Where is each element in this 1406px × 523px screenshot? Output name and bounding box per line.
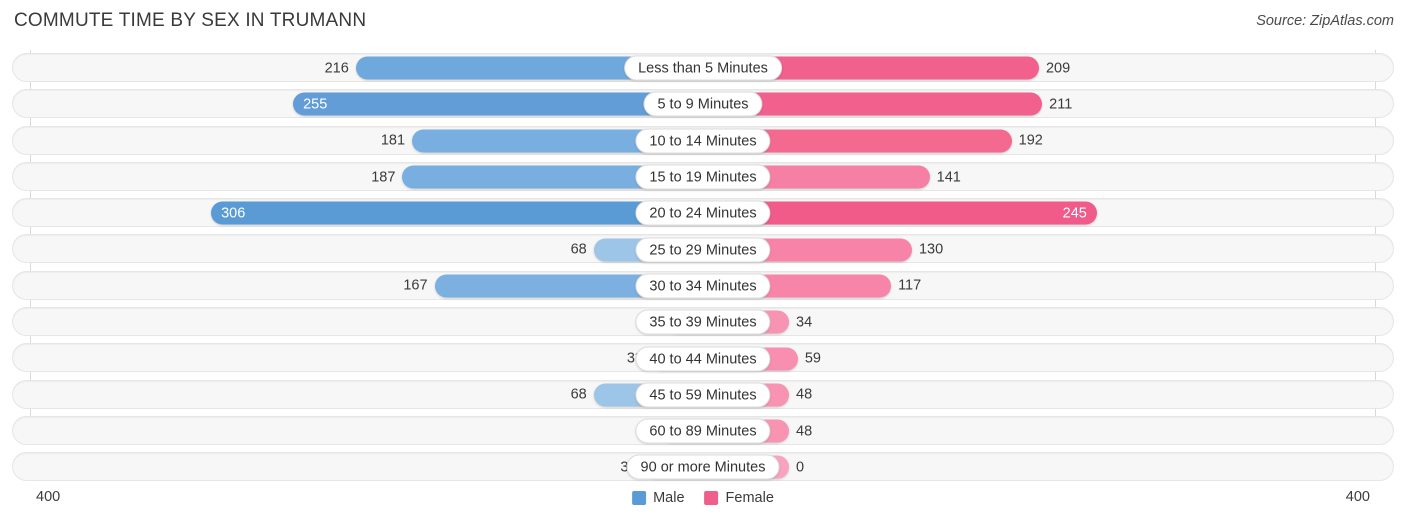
bar-row: 233435 to 39 Minutes — [0, 304, 1406, 340]
bar-row: 335940 to 44 Minutes — [0, 340, 1406, 376]
bar-value-female: 59 — [804, 350, 821, 367]
category-label: 10 to 14 Minutes — [635, 128, 771, 154]
legend-swatch-icon — [704, 491, 719, 505]
bar-value-female: 48 — [796, 423, 813, 440]
bar-value-male: 181 — [380, 132, 406, 149]
bar-value-male: 167 — [403, 277, 428, 294]
source-credit: Source: ZipAtlas.com — [1256, 13, 1394, 29]
bar-value-female: 245 — [1062, 205, 1087, 222]
bar-value-male: 187 — [371, 169, 396, 186]
bar-row: 37090 or more Minutes — [0, 449, 1406, 485]
axis-max-left: 400 — [36, 489, 61, 505]
bar-value-female: 34 — [796, 314, 813, 331]
bar-value-female: 130 — [918, 241, 944, 258]
bar-row: 255 211 5 to 9 Minutes — [0, 86, 1406, 122]
bar-row: 306 245 20 to 24 Minutes — [0, 195, 1406, 231]
category-label: Less than 5 Minutes — [624, 55, 782, 81]
bar-value-female: 48 — [796, 386, 813, 403]
category-label: 15 to 19 Minutes — [635, 164, 771, 190]
plot-area: 216 209 Less than 5 Minutes 255 211 5 to 9 Mi… — [0, 50, 1406, 485]
category-label: 25 to 29 Minutes — [635, 237, 771, 263]
bar-row: 167 117 30 to 34 Minutes — [0, 268, 1406, 304]
axis-max-right: 400 — [1345, 489, 1370, 505]
bar-row: 216 209 Less than 5 Minutes — [0, 50, 1406, 86]
bar-row: 181 192 10 to 14 Minutes — [0, 123, 1406, 159]
bar-value-male: 68 — [570, 241, 587, 258]
bar-row: 274860 to 89 Minutes — [0, 413, 1406, 449]
legend-label: Male — [653, 490, 685, 506]
legend-item[interactable]: Male — [632, 490, 685, 506]
chart-footer: 400 400 Male Female — [0, 485, 1406, 523]
bar-value-female: 192 — [1018, 132, 1043, 149]
bar-row: 187 141 15 to 19 Minutes — [0, 159, 1406, 195]
bar-rows: 216 209 Less than 5 Minutes 255 211 5 to 9 Mi… — [0, 50, 1406, 486]
bar-value-female: 209 — [1045, 60, 1071, 77]
category-label: 45 to 59 Minutes — [635, 382, 771, 408]
bar-male[interactable]: 306 — [211, 201, 703, 225]
bar-row: 68 48 45 to 59 Minutes — [0, 377, 1406, 413]
bar-value-male: 68 — [570, 386, 587, 403]
category-label: 30 to 34 Minutes — [635, 273, 771, 299]
bar-value-female: 0 — [796, 459, 805, 476]
category-label: 60 to 89 Minutes — [635, 418, 771, 444]
category-label: 20 to 24 Minutes — [635, 200, 771, 226]
chart-container: COMMUTE TIME BY SEX IN TRUMANN Source: Z… — [0, 0, 1406, 523]
category-label: 90 or more Minutes — [626, 454, 780, 480]
bar-value-female: 211 — [1049, 96, 1073, 113]
bar-value-female: 117 — [898, 277, 922, 294]
bar-male[interactable]: 255 — [293, 92, 703, 116]
bar-value-male: 216 — [324, 60, 349, 77]
bar-value-male: 255 — [303, 96, 328, 113]
bar-value-female: 141 — [936, 169, 961, 186]
page-title: COMMUTE TIME BY SEX IN TRUMANN — [14, 10, 367, 31]
bar-value-male: 306 — [221, 205, 246, 222]
category-label: 40 to 44 Minutes — [635, 346, 771, 372]
legend-swatch-icon — [632, 491, 647, 505]
legend: Male Female — [632, 490, 774, 506]
category-label: 5 to 9 Minutes — [643, 91, 763, 117]
legend-item[interactable]: Female — [704, 490, 774, 506]
bar-row: 68 130 25 to 29 Minutes — [0, 231, 1406, 267]
legend-label: Female — [725, 490, 774, 506]
category-label: 35 to 39 Minutes — [635, 309, 771, 335]
